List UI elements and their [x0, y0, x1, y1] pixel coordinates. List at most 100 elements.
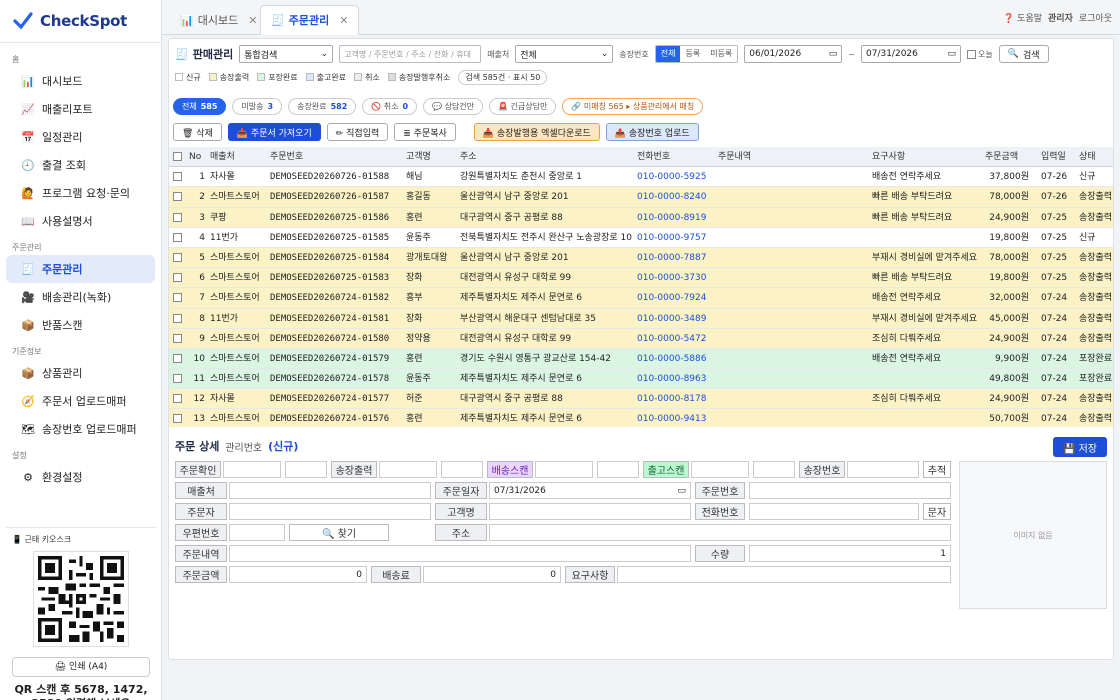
row-checkbox[interactable]	[173, 212, 182, 222]
filter-chip[interactable]: 🚨 긴급상담만	[489, 97, 557, 115]
customer-field[interactable]	[489, 503, 691, 520]
column-header[interactable]: 전화번호	[637, 147, 670, 167]
phone-field[interactable]	[749, 503, 919, 520]
row-checkbox[interactable]	[173, 374, 182, 384]
invoice-upload-button[interactable]: 📤 송장번호 업로드	[605, 123, 699, 141]
table-row[interactable]: 12 자사몰 DEMOSEED20260724-01577 허준 대구광역시 중구 공평…	[169, 389, 1113, 410]
column-header[interactable]: 요구사항	[872, 147, 905, 167]
excel-download-button[interactable]: 📥 송장발행용 엑셀다운로드	[473, 123, 600, 141]
close-icon[interactable]: ✕	[248, 14, 257, 27]
sidebar-item[interactable]: 🗺 송장번호 업로드매퍼	[6, 415, 155, 443]
outscan-field-2[interactable]	[753, 461, 795, 478]
copy-order-button[interactable]: ≣ 주문복사	[394, 123, 456, 141]
sidebar-item[interactable]: 🙋 프로그램 요청·문의	[6, 179, 155, 207]
invoice-field[interactable]	[847, 461, 919, 478]
order-no-field[interactable]	[749, 482, 951, 499]
sidebar-item[interactable]: 📈 매출리포트	[6, 95, 155, 123]
row-checkbox[interactable]	[173, 172, 182, 182]
store-select[interactable]: 전체 ⌄	[515, 45, 614, 63]
column-header[interactable]: 입력일	[1041, 147, 1066, 167]
request-field[interactable]	[617, 566, 951, 583]
column-header[interactable]: 주문내역	[718, 147, 751, 167]
orderer-field[interactable]	[229, 503, 431, 520]
sidebar-item[interactable]: 📦 상품관리	[6, 359, 155, 387]
close-icon[interactable]: ✕	[339, 14, 348, 27]
column-header[interactable]: 매출처	[210, 147, 235, 167]
row-checkbox[interactable]	[173, 333, 182, 343]
select-all-checkbox[interactable]	[173, 152, 182, 161]
table-row[interactable]: 3 쿠팡 DEMOSEED20260725-01586 홍련 대구광역시 중구 공평로 …	[169, 207, 1113, 228]
sidebar-item[interactable]: 📦 반품스캔	[6, 311, 155, 339]
row-checkbox[interactable]	[173, 414, 182, 424]
row-checkbox[interactable]	[173, 353, 182, 363]
tab-dashboard[interactable]: 📊 대시보드 ✕	[170, 5, 267, 35]
filter-chip[interactable]: 전체 585	[173, 97, 227, 115]
filter-chip[interactable]: 💬 상담건만	[423, 97, 484, 115]
sidebar-item[interactable]: 📊 대시보드	[6, 67, 155, 95]
filter-chip[interactable]: 🚫 취소 0	[362, 97, 418, 115]
filter-chip[interactable]: 미발송 3	[232, 97, 283, 115]
column-header[interactable]: 상태	[1079, 147, 1096, 167]
invoice-unregistered[interactable]: 미등록	[705, 46, 737, 62]
sms-button[interactable]: 문자	[923, 503, 951, 520]
amount-field[interactable]: 0	[229, 566, 367, 583]
items-field[interactable]	[229, 545, 691, 562]
sidebar-item[interactable]: 🧾 주문관리	[6, 255, 155, 283]
kiosk-print-button[interactable]: 🖨 인쇄 (A4)	[12, 657, 150, 677]
order-date-field[interactable]: 07/31/2026 ▭	[489, 482, 691, 499]
row-checkbox[interactable]	[173, 293, 182, 303]
sidebar-item[interactable]: 🎥 배송관리(녹화)	[6, 283, 155, 311]
tab-orders[interactable]: 🧾 주문관리 ✕	[260, 5, 360, 35]
save-button[interactable]: 💾 저장	[1052, 437, 1107, 457]
ship-fee-field[interactable]: 0	[423, 566, 561, 583]
column-header[interactable]: 주문번호	[270, 147, 303, 167]
checkbox[interactable]	[967, 49, 976, 59]
date-from[interactable]: 06/01/2026 ▭	[744, 45, 843, 63]
search-button[interactable]: 🔍 검색	[998, 45, 1049, 63]
search-type-select[interactable]: 통합검색 ⌄	[239, 45, 334, 63]
sidebar-item[interactable]: 📖 사용설명서	[6, 207, 155, 235]
date-to[interactable]: 07/31/2026 ▭	[861, 45, 961, 63]
table-row[interactable]: 8 11번가 DEMOSEED20260724-01581 장화 부산광역시 해운대구 …	[169, 308, 1113, 329]
table-row[interactable]: 10 스마트스토어 DEMOSEED20260724-01579 홍련 경기도 수원시 …	[169, 348, 1113, 370]
column-header[interactable]: 주문금액	[985, 147, 1018, 167]
row-checkbox[interactable]	[173, 273, 182, 283]
print-field[interactable]	[379, 461, 437, 478]
help-link[interactable]: ❓ 도움말	[1003, 11, 1042, 24]
table-row[interactable]: 2 스마트스토어 DEMOSEED20260726-01587 홍길동 울산광역시 남구…	[169, 187, 1113, 208]
logo[interactable]: CheckSpot	[0, 0, 161, 43]
row-checkbox[interactable]	[173, 252, 182, 262]
sidebar-item[interactable]: 🕘 출결 조회	[6, 151, 155, 179]
outscan-field[interactable]	[691, 461, 749, 478]
import-orders-button[interactable]: 📥 주문서 가져오기	[227, 123, 321, 141]
track-button[interactable]: 추적	[923, 461, 951, 478]
store-field[interactable]	[229, 482, 431, 499]
row-checkbox[interactable]	[173, 232, 182, 242]
invoice-all[interactable]: 전체	[655, 46, 681, 62]
table-row[interactable]: 7 스마트스토어 DEMOSEED20260724-01582 흥부 제주특별자치도 제…	[169, 288, 1113, 309]
column-header[interactable]: No	[189, 147, 201, 167]
qty-field[interactable]: 1	[749, 545, 951, 562]
filter-chip[interactable]: 송장완료 582	[288, 97, 357, 115]
row-checkbox[interactable]	[173, 394, 182, 404]
delete-button[interactable]: 🗑 삭제	[173, 123, 222, 141]
find-address-button[interactable]: 🔍 찾기	[289, 524, 389, 541]
address-field[interactable]	[489, 524, 951, 541]
confirm-field-2[interactable]	[285, 461, 327, 478]
confirm-field[interactable]	[223, 461, 281, 478]
manual-entry-button[interactable]: ✏ 직접입력	[326, 123, 389, 141]
table-row[interactable]: 4 11번가 DEMOSEED20260725-01585 윤동주 전북특별자치도 전주…	[169, 227, 1113, 248]
table-row[interactable]: 6 스마트스토어 DEMOSEED20260725-01583 장화 대전광역시 유성구…	[169, 268, 1113, 289]
row-checkbox[interactable]	[173, 192, 182, 202]
zip-field[interactable]	[229, 524, 285, 541]
logout-link[interactable]: 로그아웃	[1079, 11, 1112, 24]
table-row[interactable]: 9 스마트스토어 DEMOSEED20260724-01580 정약용 대전광역시 유성…	[169, 328, 1113, 349]
search-input[interactable]: 고객명 / 주문번호 / 주소 / 전화 / 휴대	[339, 45, 482, 63]
invoice-registered[interactable]: 등록	[680, 46, 705, 62]
row-checkbox[interactable]	[173, 313, 182, 323]
scan-field[interactable]	[535, 461, 593, 478]
table-row[interactable]: 11 스마트스토어 DEMOSEED20260724-01578 윤동주 제주특별자치도…	[169, 369, 1113, 390]
sidebar-item[interactable]: ⚙ 환경설정	[6, 463, 155, 491]
table-row[interactable]: 13 스마트스토어 DEMOSEED20260724-01576 홍련 제주특별자치도 …	[169, 409, 1113, 427]
filter-chip[interactable]: 🔗 미매칭 565 ▸ 상품관리에서 매칭	[562, 97, 704, 115]
